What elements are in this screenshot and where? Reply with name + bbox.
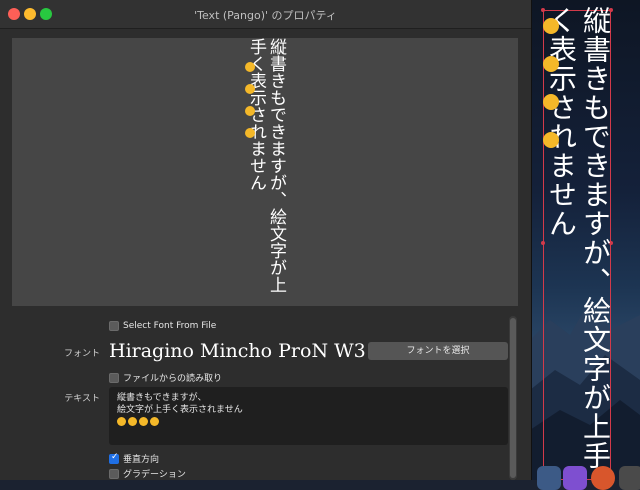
canvas-emoji-column — [543, 18, 561, 170]
select-font-from-file-label: Select Font From File — [123, 321, 217, 331]
gradient-label: グラデーション — [123, 470, 186, 480]
emoji-icon — [139, 417, 148, 426]
vertical-label: 垂直方向 — [123, 455, 160, 465]
dock-app-icon[interactable] — [563, 466, 587, 490]
vertical-option[interactable]: 垂直方向 — [109, 452, 159, 465]
title-bar[interactable]: 'Text (Pango)' のプロパティ — [0, 0, 531, 29]
emoji-icon — [543, 56, 559, 72]
resize-handle[interactable] — [541, 241, 545, 245]
emoji-icon — [245, 84, 255, 94]
read-from-file-label: ファイルからの読み取り — [123, 374, 223, 384]
read-from-file-checkbox[interactable] — [109, 372, 119, 383]
dock-app-icon[interactable] — [537, 466, 561, 490]
properties-window: 'Text (Pango)' のプロパティ 縦書きもできますが、絵文字が上手く表… — [0, 0, 532, 480]
font-name-display: Hiragino Mincho ProN W3 — [109, 340, 366, 362]
select-font-from-file-checkbox[interactable] — [109, 321, 119, 331]
select-font-from-file-option[interactable]: Select Font From File — [109, 321, 216, 331]
emoji-icon — [150, 417, 159, 426]
scroll-thumb[interactable] — [510, 318, 516, 478]
text-line-1: 縦書きもできますが、 — [117, 393, 207, 403]
preview-emoji-column — [245, 62, 255, 150]
read-from-file-option[interactable]: ファイルからの読み取り — [109, 371, 222, 384]
emoji-icon — [245, 106, 255, 116]
text-label: テキスト — [64, 394, 100, 404]
emoji-icon — [245, 128, 255, 138]
gradient-checkbox[interactable] — [109, 468, 119, 479]
dock-app-icon[interactable] — [591, 466, 615, 490]
emoji-icon — [543, 94, 559, 110]
emoji-icon — [117, 417, 126, 426]
gradient-option[interactable]: グラデーション — [109, 467, 186, 480]
dock — [533, 462, 640, 490]
vertical-checkbox[interactable] — [109, 452, 119, 464]
window-title: 'Text (Pango)' のプロパティ — [194, 9, 337, 22]
text-input-area[interactable]: 縦書きもできますが、 絵文字が上手く表示されません — [109, 387, 508, 445]
choose-font-button[interactable]: フォントを選択 — [368, 342, 508, 360]
emoji-icon — [245, 62, 255, 72]
dock-app-icon[interactable] — [619, 466, 640, 490]
emoji-icon — [543, 18, 559, 34]
emoji-icon — [128, 417, 137, 426]
emoji-icon — [543, 132, 559, 148]
font-label: フォント — [63, 349, 100, 359]
properties-scrollbar[interactable] — [509, 316, 517, 480]
text-preview: 縦書きもできますが、絵文字が上手く表示されません — [12, 38, 518, 306]
text-line-2: 絵文字が上手く表示されません — [117, 405, 243, 415]
